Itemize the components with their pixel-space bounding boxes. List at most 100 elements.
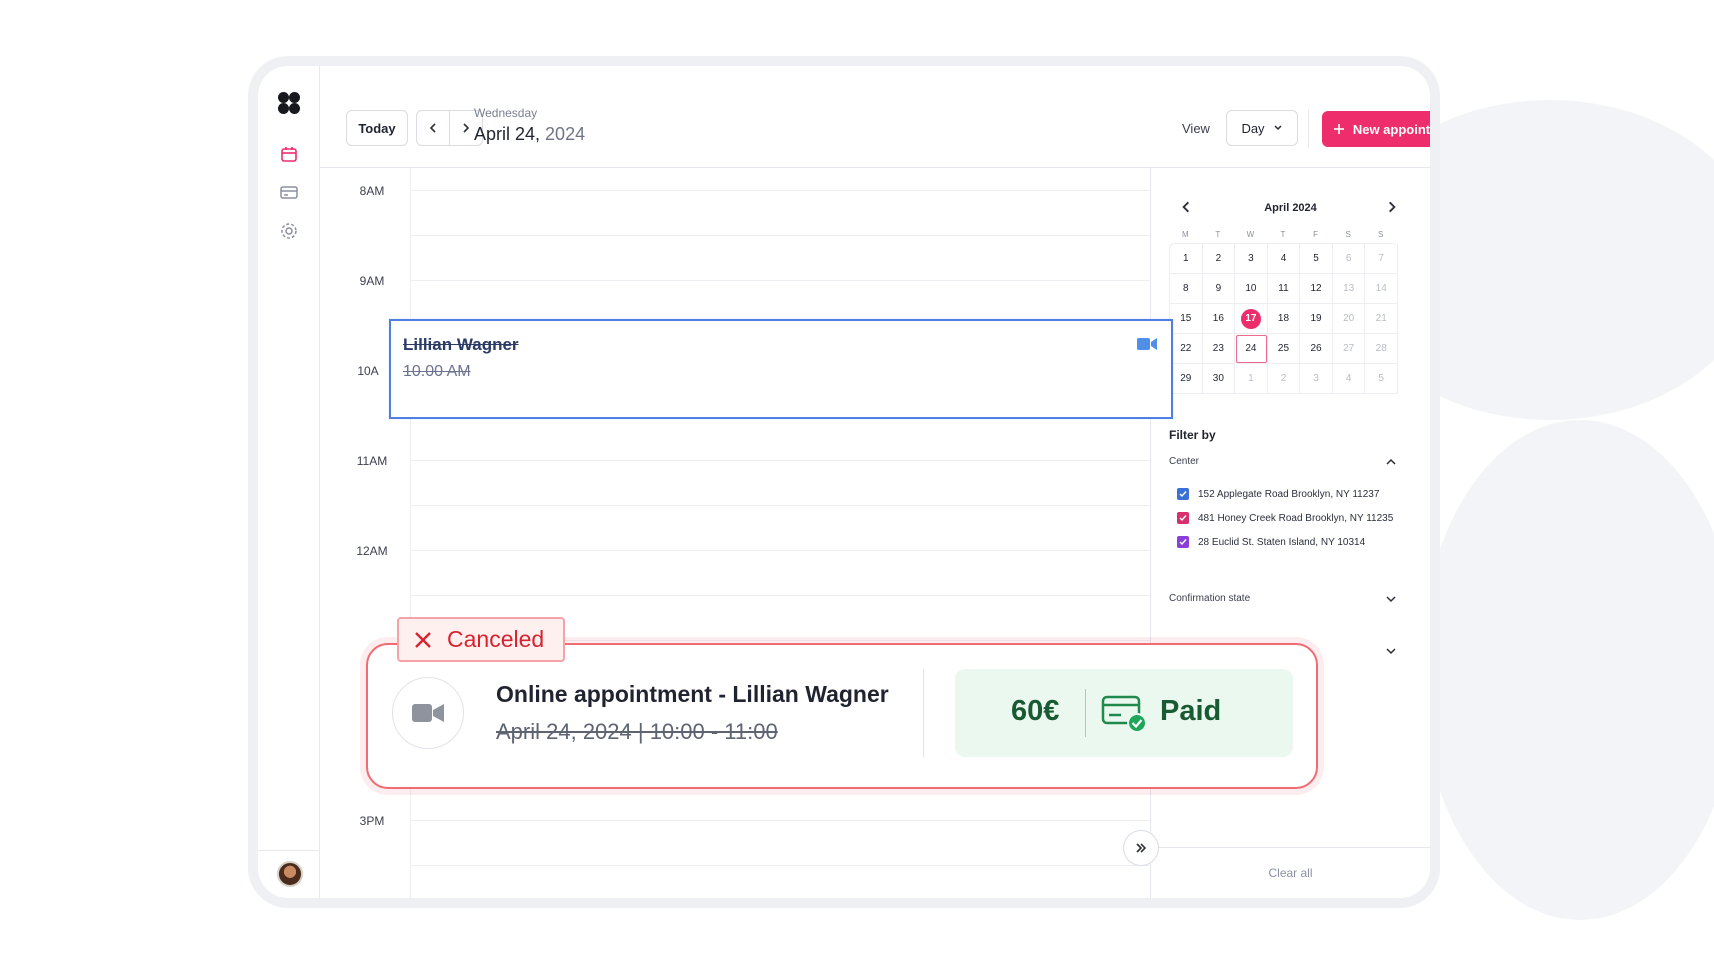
calendar-day[interactable]: 24 <box>1235 334 1268 364</box>
double-chevron-right-icon <box>1136 843 1147 853</box>
calendar-day-number: 18 <box>1277 313 1290 324</box>
calendar-day[interactable]: 8 <box>1170 274 1203 304</box>
calendar-day[interactable]: 17 <box>1235 304 1268 334</box>
calendar-day[interactable]: 27 <box>1332 334 1366 364</box>
calendar-day[interactable]: 22 <box>1170 334 1203 364</box>
topbar: Today Wednesday April 24, 2024 View Day … <box>320 66 1430 168</box>
calendar-day[interactable]: 3 <box>1235 244 1268 274</box>
calendar-day[interactable]: 15 <box>1170 304 1203 334</box>
calendar-day[interactable]: 29 <box>1170 364 1203 394</box>
chevron-down-icon <box>1386 596 1396 603</box>
calendar-day-number: 5 <box>1313 253 1319 264</box>
calendar-day[interactable]: 20 <box>1332 304 1366 334</box>
calendar-day[interactable]: 6 <box>1332 244 1366 274</box>
expand-panel-button[interactable] <box>1123 830 1159 866</box>
background-shape <box>1420 420 1714 920</box>
divider <box>1308 110 1309 148</box>
calendar-day[interactable]: 2 <box>1202 244 1236 274</box>
calendar-day[interactable]: 30 <box>1202 364 1236 394</box>
calendar-day[interactable]: 11 <box>1267 274 1301 304</box>
calendar-day[interactable]: 2 <box>1267 364 1301 394</box>
half-hour-line <box>410 595 1150 596</box>
weekday-label: T <box>1280 230 1286 239</box>
calendar-day[interactable]: 1 <box>1235 364 1268 394</box>
appointment-block[interactable]: Lillian Wagner 10.00 AM <box>389 319 1173 419</box>
half-hour-line <box>410 865 1150 866</box>
half-hour-line <box>410 235 1150 236</box>
calendar-day-number: 20 <box>1343 313 1355 324</box>
filter-center-label: Center <box>1169 456 1200 467</box>
calendar-day[interactable]: 5 <box>1300 244 1333 274</box>
video-camera-icon <box>1137 338 1157 350</box>
center-label: 481 Honey Creek Road Brooklyn, NY 11235 <box>1198 512 1394 524</box>
calendar-day[interactable]: 4 <box>1332 364 1366 394</box>
checkbox[interactable] <box>1177 512 1189 524</box>
sidebar <box>258 66 320 898</box>
video-camera-icon <box>412 704 444 722</box>
center-checkbox-row[interactable]: 28 Euclid St. Staten Island, NY 10314 <box>1177 536 1365 548</box>
check-icon <box>1179 539 1187 546</box>
view-select[interactable]: Day <box>1226 110 1298 146</box>
filter-center-header[interactable]: Center <box>1169 456 1397 467</box>
calendar-day-number: 30 <box>1212 373 1224 384</box>
calendar-day[interactable]: 19 <box>1300 304 1333 334</box>
divider <box>1085 689 1086 737</box>
view-select-value: Day <box>1241 120 1265 136</box>
hour-line <box>410 820 1150 821</box>
calendar-day[interactable]: 3 <box>1300 364 1333 394</box>
calendar-day-number: 1 <box>1248 373 1254 384</box>
hour-line <box>410 190 1150 191</box>
center-checkbox-row[interactable]: 481 Honey Creek Road Brooklyn, NY 11235 <box>1177 512 1393 524</box>
center-checkbox-row[interactable]: 152 Applegate Road Brooklyn, NY 11237 <box>1177 488 1379 500</box>
chevron-left-icon <box>429 123 436 133</box>
today-button[interactable]: Today <box>346 110 408 146</box>
calendar-day[interactable]: 7 <box>1365 244 1398 274</box>
status-badge-label: Canceled <box>447 626 545 652</box>
divider <box>923 669 924 757</box>
checkbox[interactable] <box>1177 536 1189 548</box>
avatar[interactable] <box>277 861 303 887</box>
hour-label: 8AM <box>359 184 385 198</box>
calendar-day[interactable]: 25 <box>1267 334 1301 364</box>
calendar-day[interactable]: 9 <box>1202 274 1236 304</box>
credit-card-icon[interactable] <box>279 182 299 202</box>
hour-line <box>410 280 1150 281</box>
calendar-day[interactable]: 26 <box>1300 334 1333 364</box>
clear-all-button[interactable]: Clear all <box>1151 866 1430 880</box>
calendar-day[interactable]: 18 <box>1267 304 1301 334</box>
calendar-day[interactable]: 21 <box>1365 304 1398 334</box>
half-hour-line <box>410 505 1150 506</box>
calendar-day[interactable]: 10 <box>1235 274 1268 304</box>
calendar-day-number: 7 <box>1378 253 1384 264</box>
filter-confirmation-header[interactable]: Confirmation state <box>1169 593 1397 604</box>
chevron-down-icon <box>1274 125 1282 131</box>
calendar-day-number: 27 <box>1343 343 1355 354</box>
calendar-day[interactable]: 1 <box>1170 244 1203 274</box>
calendar-day[interactable]: 13 <box>1332 274 1366 304</box>
calendar-day[interactable]: 4 <box>1267 244 1301 274</box>
checkbox[interactable] <box>1177 488 1189 500</box>
calendar-day[interactable]: 28 <box>1365 334 1398 364</box>
calendar-day-number: 21 <box>1375 313 1387 324</box>
weekday-label: F <box>1313 230 1318 239</box>
new-appointment-button[interactable]: New appointment <box>1322 111 1430 147</box>
hour-label: 3PM <box>359 814 385 828</box>
next-month-button[interactable] <box>1385 200 1401 216</box>
calendar-day[interactable]: 16 <box>1202 304 1236 334</box>
weekday-label: S <box>1378 230 1384 239</box>
calendar-day[interactable]: 23 <box>1202 334 1236 364</box>
payment-status-label: Paid <box>1160 695 1222 727</box>
calendar-day[interactable]: 14 <box>1365 274 1398 304</box>
weekday-label: M <box>1181 230 1189 239</box>
prev-day-button[interactable] <box>416 110 450 146</box>
chevron-right-icon <box>463 123 470 133</box>
calendar-day-number: 15 <box>1180 313 1192 324</box>
calendar-icon[interactable] <box>279 144 299 164</box>
gear-icon[interactable] <box>279 221 299 241</box>
calendar-day-number: 6 <box>1345 253 1352 264</box>
calendar-day[interactable]: 12 <box>1300 274 1333 304</box>
calendar-day-number: 14 <box>1375 283 1387 294</box>
appointment-detail-card[interactable]: Online appointment - Lillian Wagner Apri… <box>366 643 1318 789</box>
calendar-day-number: 16 <box>1212 313 1224 324</box>
calendar-day[interactable]: 5 <box>1365 364 1398 394</box>
